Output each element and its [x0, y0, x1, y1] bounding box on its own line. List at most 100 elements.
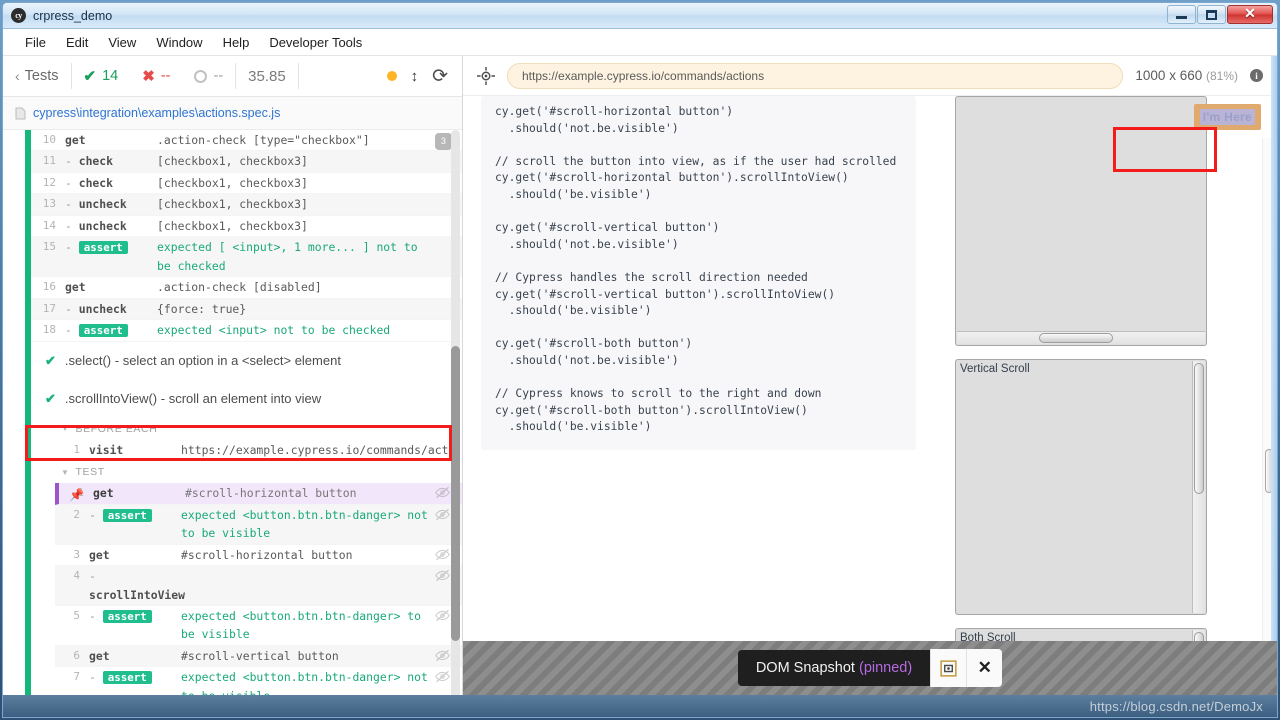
command-log-row[interactable]: 7- assert expected <button.btn.btn-danger… — [55, 667, 462, 698]
caret-down-icon: ▼ — [61, 467, 70, 477]
aut-iframe[interactable]: cy.get('#scroll-horizontal button') .sho… — [463, 96, 1277, 695]
command-log-row[interactable]: 📌 1 get #scroll-horizontal button — [55, 483, 462, 505]
window-titlebar: cy crpress_demo ✕ — [3, 3, 1277, 29]
command-name: visit — [89, 441, 181, 459]
command-log-row[interactable]: 15- assert expected [ <input>, 1 more... … — [31, 237, 462, 278]
command-name: - assert — [89, 668, 181, 686]
command-log-row[interactable]: 3 get #scroll-horizontal button — [55, 545, 462, 567]
command-number: 10 — [42, 133, 56, 146]
command-log-row[interactable]: 17- uncheck {force: true} — [31, 298, 462, 321]
open-snapshot-button[interactable] — [930, 649, 967, 687]
command-log-row[interactable]: 14- uncheck [checkbox1, checkbox3] — [31, 216, 462, 238]
maximize-button[interactable] — [1197, 5, 1226, 24]
aut-url-field[interactable]: https://example.cypress.io/commands/acti… — [507, 62, 1124, 89]
scrollbar-thumb[interactable] — [1194, 363, 1204, 495]
command-log-row[interactable]: 13- uncheck [checkbox1, checkbox3] — [31, 194, 462, 216]
pin-icon[interactable]: 📌 — [69, 486, 84, 505]
im-here-label: I'm Here — [1199, 109, 1255, 125]
horizontal-scroll-label — [956, 97, 1206, 100]
restart-icon[interactable]: ⟳ — [432, 65, 448, 88]
command-number: 12 — [42, 175, 56, 189]
back-to-tests-button[interactable]: ‹ Tests — [3, 56, 71, 96]
command-log-row[interactable]: 10 get .action-check [type="checkbox"] 3 — [31, 130, 462, 152]
command-log-row[interactable]: 16 get .action-check [disabled] — [31, 277, 462, 299]
horizontal-scrollbar[interactable] — [957, 331, 1205, 344]
command-group-before-each: 1 visit https://example.cypress.io/command… — [55, 440, 462, 462]
command-dash: - — [65, 154, 79, 169]
command-method: uncheck — [78, 301, 127, 316]
command-log-row[interactable]: 2- assert expected <button.btn.btn-danger… — [55, 504, 462, 545]
menu-item-view[interactable]: View — [98, 32, 146, 53]
auto-scroll-icon[interactable]: ↕ — [411, 68, 419, 85]
pending-ring-icon — [194, 69, 208, 83]
command-number: 11 — [42, 154, 56, 168]
scrollbar-thumb[interactable] — [1038, 333, 1114, 343]
menu-item-file[interactable]: File — [15, 32, 56, 53]
im-here-button[interactable]: I'm Here — [1193, 104, 1261, 130]
menu-bar: File Edit View Window Help Developer Too… — [3, 29, 1277, 56]
command-log-row[interactable]: 4- scrollIntoView — [55, 566, 462, 606]
command-name: - assert — [89, 607, 181, 625]
vertical-scrollbar[interactable] — [1192, 361, 1205, 613]
command-log-row[interactable]: 11- check [checkbox1, checkbox3] — [31, 151, 462, 173]
assert-badge: assert — [102, 671, 152, 685]
aut-url-bar: https://example.cypress.io/commands/acti… — [463, 56, 1277, 96]
command-log[interactable]: 10 get .action-check [type="checkbox"] 3 11-… — [3, 130, 462, 698]
close-button[interactable]: ✕ — [1227, 5, 1273, 24]
command-message: #scroll-horizontal button — [181, 547, 353, 562]
code-example-card: cy.get('#scroll-horizontal button') .sho… — [481, 96, 916, 450]
command-method: get — [65, 280, 86, 295]
command-name: get — [89, 647, 181, 665]
command-number: 15 — [42, 240, 56, 254]
status-dot-icon — [386, 71, 397, 81]
test-titles-group: ✔ .select() - select an option in a <sele… — [31, 342, 462, 418]
command-log-row[interactable]: 5- assert expected <button.btn.btn-danger… — [55, 606, 462, 646]
command-message: #scroll-horizontal button — [185, 486, 357, 501]
menu-item-help[interactable]: Help — [213, 32, 260, 53]
hide-command-icon[interactable] — [435, 569, 450, 582]
hide-command-icon[interactable] — [435, 486, 450, 499]
command-group-test: 📌 1 get #scroll-horizontal button 2- assert e… — [55, 483, 462, 698]
dom-snapshot-pill: DOM Snapshot (pinned) — [737, 650, 931, 686]
scrollbar-thumb[interactable] — [451, 345, 460, 642]
hide-command-icon[interactable] — [435, 508, 450, 521]
caret-down-icon: ▼ — [61, 424, 70, 434]
close-snapshot-button[interactable]: ✕ — [966, 649, 1003, 687]
command-number: 4 — [73, 569, 80, 583]
command-number: 14 — [42, 218, 56, 232]
command-message: expected <button.btn.btn-danger> to be v… — [181, 608, 422, 642]
open-selector-icon — [940, 659, 957, 677]
selector-playground-icon[interactable] — [477, 66, 495, 85]
command-number: 7 — [73, 670, 80, 684]
viewport-dimensions: 1000 x 660 — [1135, 68, 1203, 83]
hide-command-icon[interactable] — [435, 609, 450, 622]
hide-command-icon[interactable] — [435, 670, 450, 683]
minimize-button[interactable] — [1167, 5, 1196, 24]
hide-command-icon[interactable] — [435, 548, 450, 561]
command-log-row[interactable]: 6 get #scroll-vertical button — [55, 645, 462, 668]
menu-item-window[interactable]: Window — [146, 32, 212, 53]
menu-item-edit[interactable]: Edit — [56, 32, 98, 53]
test-title-row[interactable]: ✔ .select() - select an option in a <sele… — [31, 342, 462, 380]
test-title-row[interactable]: ✔ .scrollIntoView() - scroll an element i… — [31, 380, 462, 418]
info-icon[interactable]: i — [1250, 69, 1263, 82]
command-log-row[interactable]: 18- assert expected <input> not to be che… — [31, 320, 462, 342]
command-log-scrollbar[interactable] — [451, 130, 460, 698]
file-icon — [15, 107, 26, 119]
spec-file-name[interactable]: cypress\integration\examples\actions.spe… — [33, 106, 280, 120]
command-message: expected <input> not to be checked — [157, 323, 391, 338]
hook-label-test[interactable]: ▼ TEST — [31, 461, 462, 483]
hide-command-icon[interactable] — [435, 649, 450, 662]
command-method: visit — [89, 442, 124, 457]
reporter-controls: ↕ ⟳ — [386, 65, 462, 88]
vertical-scroll-box[interactable]: Vertical Scroll — [955, 359, 1207, 615]
command-name: - uncheck — [65, 300, 157, 318]
command-message: expected <button.btn.btn-danger> not to … — [181, 507, 428, 541]
command-method: check — [78, 175, 114, 190]
horizontal-scroll-box[interactable] — [955, 96, 1207, 346]
menu-item-developer-tools[interactable]: Developer Tools — [259, 32, 372, 53]
command-log-row[interactable]: 1 visit https://example.cypress.io/command… — [55, 440, 462, 462]
hook-label-before-each[interactable]: ▼ BEFORE EACH — [31, 418, 462, 440]
command-log-row[interactable]: 12- check [checkbox1, checkbox3] — [31, 173, 462, 195]
check-icon: ✔ — [45, 352, 56, 368]
